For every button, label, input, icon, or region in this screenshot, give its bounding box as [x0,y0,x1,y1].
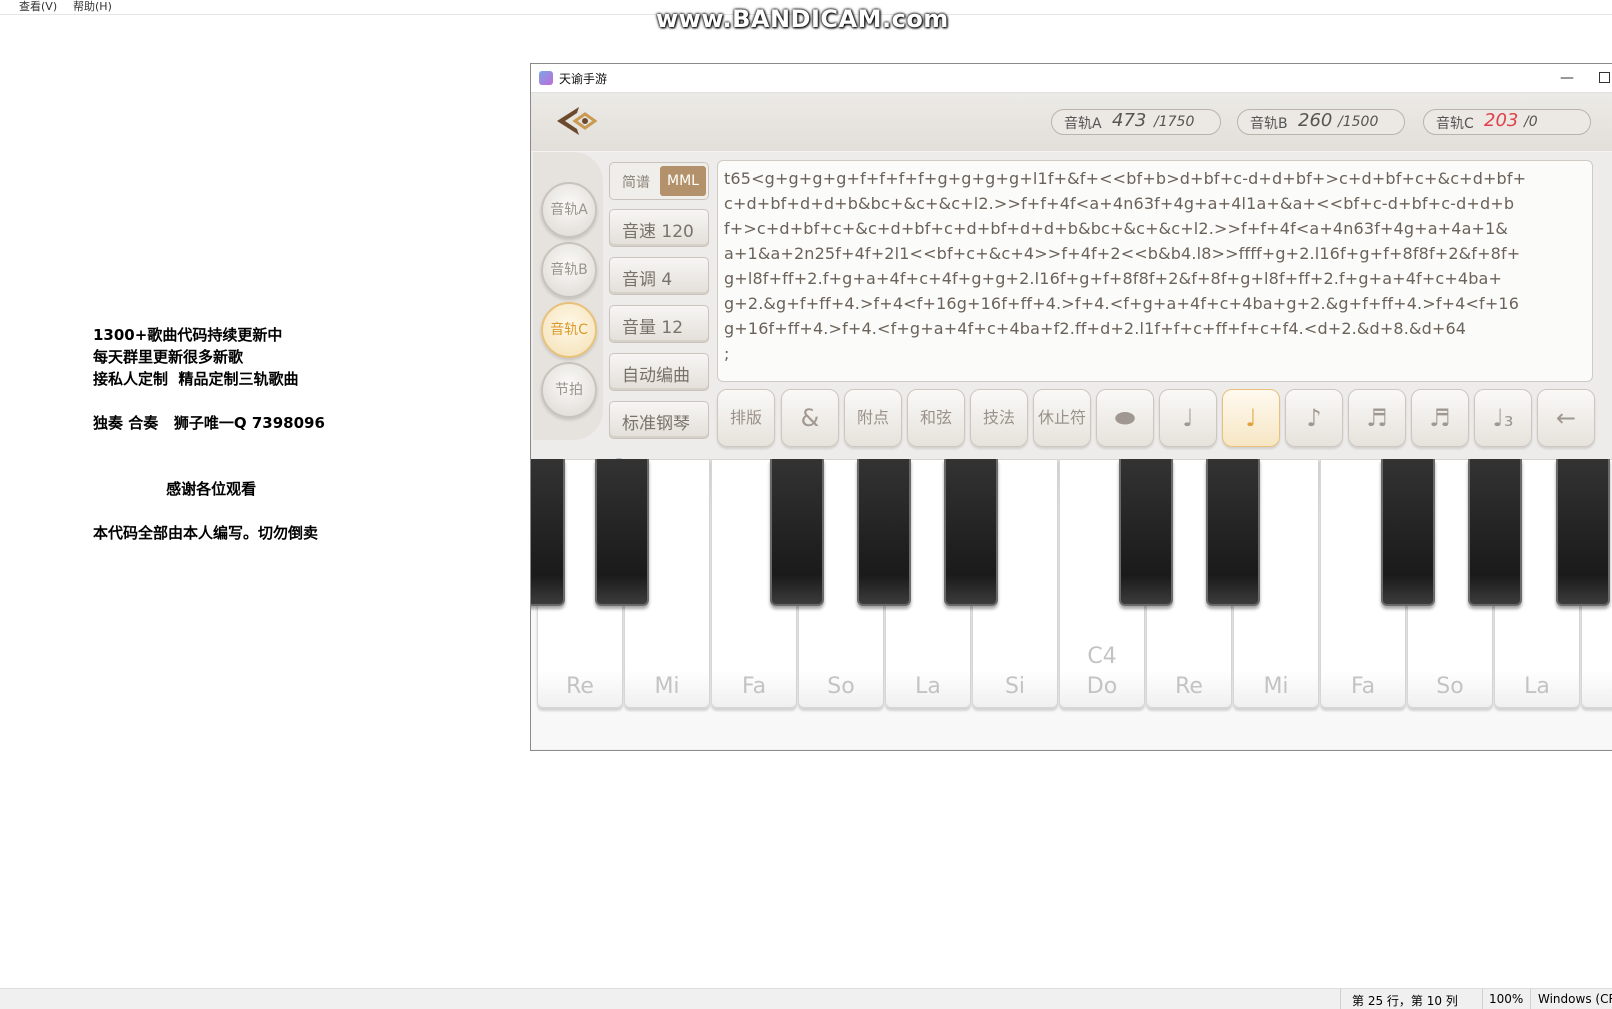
code-line: g+2.&g+f+ff+4.>f+4<f+16g+16f+ff+4.>f+4.<… [724,294,1520,313]
track-c-button[interactable]: 音轨C [541,302,597,358]
track-b-button[interactable]: 音轨B [541,242,597,298]
chord-button[interactable]: 和弦 [907,389,965,447]
whole-note-icon[interactable]: ⬬ [1096,389,1154,447]
tempo-button[interactable]: 音速 120 [609,209,709,247]
note-line: 感谢各位观看 [93,480,257,498]
app-icon [539,71,553,85]
track-b-counter: 音轨B 260 /1500 [1237,109,1405,135]
note-line [93,500,325,522]
zoom-level: 100% [1489,992,1524,1006]
note-line: 1300+歌曲代码持续更新中 [93,326,283,344]
piano-black-key[interactable] [1206,459,1260,606]
piano-black-key[interactable] [595,459,649,606]
game-header: 音轨A 473 /1750 音轨B 260 /1500 音轨C 203 /0 [531,93,1612,151]
triplet-note-icon[interactable]: ♩₃ [1474,389,1532,447]
piano-keyboard: Re Mi Fa So La Si C4 Do Re Mi Fa So La [531,459,1612,749]
note-line: 接私人定制 精品定制三轨歌曲 [93,370,299,388]
encoding-label: Windows (CR [1538,992,1612,1006]
tie-button[interactable]: & [781,389,839,447]
menu-view[interactable]: 查看(V) [19,0,57,14]
track-selector: 音轨A 音轨B 音轨C 节拍 [533,152,603,440]
half-note-icon[interactable]: ♩ [1159,389,1217,447]
piano-black-key[interactable] [1381,459,1435,606]
menu-help[interactable]: 帮助(H) [73,0,112,14]
minimize-button[interactable]: — [1555,69,1579,87]
code-line: c+d+bf+d+d+b&bc+&c+&c+l2.>>f+f+4f<a+4n63… [724,194,1515,213]
code-line: ; [724,344,730,363]
thirtysecond-note-icon[interactable]: ♬ [1411,389,1469,447]
key-button[interactable]: 音调 4 [609,257,709,295]
notepad-text-area[interactable]: 1300+歌曲代码持续更新中 每天群里更新很多新歌 接私人定制 精品定制三轨歌曲… [93,324,325,544]
piano-black-key[interactable] [531,459,565,606]
auto-compose-button[interactable]: 自动编曲 [609,353,709,391]
volume-button[interactable]: 音量 12 [609,305,709,343]
note-line: 每天群里更新很多新歌 [93,348,244,366]
backspace-icon[interactable]: ← [1537,389,1595,447]
piano-black-key[interactable] [1556,459,1610,606]
bandicam-watermark: www.BANDICAM.com [656,5,949,33]
layout-button[interactable]: 排版 [717,389,775,447]
cursor-position: 第 25 行，第 10 列 [1352,994,1458,1008]
quarter-note-icon[interactable]: ♩ [1222,389,1280,447]
piano-black-key[interactable] [1468,459,1522,606]
game-title: 天谕手游 [559,72,608,86]
mml-option[interactable]: MML [660,166,706,196]
code-line: g+l8f+ff+2.f+g+a+4f+c+4f+g+g+2.l16f+g+f+… [724,269,1503,288]
note-line: 独奏 合奏 狮子唯一Q 7398096 [93,414,325,432]
instrument-button[interactable]: 标准钢琴 [609,401,709,439]
technique-button[interactable]: 技法 [970,389,1028,447]
maximize-button[interactable] [1599,72,1610,83]
mml-code-editor[interactable]: t65<g+g+g+g+f+f+f+f+g+g+g+g+l1f+&f+<<bf+… [717,160,1593,382]
piano-black-key[interactable] [857,459,911,606]
c4-label: C4 [1087,644,1117,669]
game-window: 天谕手游 — 音轨A 473 /1750 音轨B 260 /1500 音轨C 2… [530,63,1612,751]
code-line: t65<g+g+g+g+f+f+f+f+g+g+g+g+l1f+&f+<<bf+… [724,169,1527,188]
eighth-note-icon[interactable]: ♪ [1285,389,1343,447]
game-titlebar: 天谕手游 — [531,64,1612,93]
track-a-counter: 音轨A 473 /1750 [1051,109,1221,135]
note-line: 本代码全部由本人编写。切勿倒卖 [93,524,319,542]
sixteenth-note-icon[interactable]: ♬ [1348,389,1406,447]
rest-button[interactable]: 休止符 [1033,389,1091,447]
note-line [93,456,325,478]
piano-black-key[interactable] [770,459,824,606]
notepad-statusbar: 第 25 行，第 10 列 100% Windows (CR [0,988,1612,1009]
dot-button[interactable]: 附点 [844,389,902,447]
code-line: a+1&a+2n25f+4f+2l1<<bf+c+&c+4>>f+4f+2<<b… [724,244,1521,263]
piano-black-key[interactable] [944,459,998,606]
piano-black-key[interactable] [1119,459,1173,606]
jianpu-option[interactable]: 简谱 [622,172,650,192]
track-c-counter: 音轨C 203 /0 [1423,109,1591,135]
notation-mode-toggle[interactable]: 简谱 MML [609,162,709,200]
note-line [93,390,325,412]
code-line: g+16f+ff+4.>f+4.<f+g+a+4f+c+4ba+f2.ff+d+… [724,319,1467,338]
code-line: f+>c+d+bf+c+&c+d+bf+c+d+bf+d+d+b&bc+&c+&… [724,219,1509,238]
note-line [93,434,325,456]
back-logo-icon[interactable] [555,105,597,137]
beat-button[interactable]: 节拍 [541,362,597,418]
track-a-button[interactable]: 音轨A [541,182,597,238]
